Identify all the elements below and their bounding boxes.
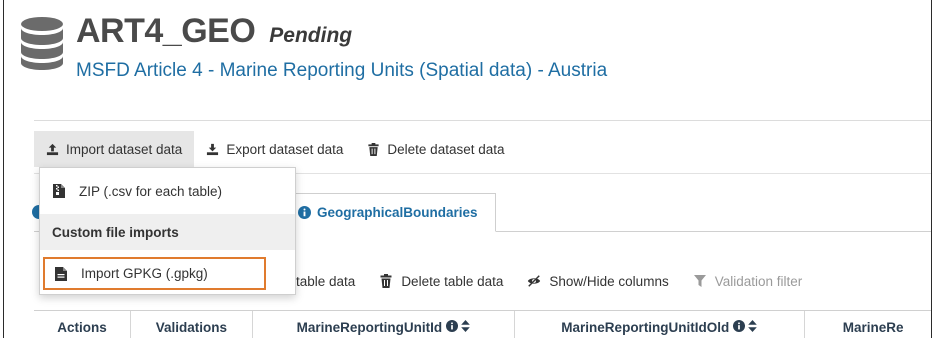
database-icon [21,17,63,70]
column-label: Actions [57,320,107,335]
status-label: Pending [269,24,353,47]
delete-dataset-label: Delete dataset data [387,141,505,157]
custom-imports-header: Custom file imports [40,214,295,250]
column-label: MarineRe [842,320,904,335]
import-dataset-button[interactable]: Import dataset data [34,131,195,167]
validation-filter-button[interactable]: Validation filter [693,273,803,289]
column-label: MarineReportingUnitIdOld [561,320,730,335]
import-dropdown-menu: ZIP (.csv for each table) Custom file im… [39,167,296,295]
export-dataset-label: Export dataset data [226,141,344,157]
column-header-marine-reporting-unit-id[interactable]: MarineReportingUnitId [253,311,515,338]
app-frame: ART4_GEO Pending MSFD Article 4 - Marine… [3,0,932,338]
tab-geographical-boundaries[interactable]: GeographicalBoundaries [284,193,496,232]
divider [34,120,931,121]
table-toolbar: table data Delete table data Show/Hide c… [296,269,802,293]
column-header-marine-re-partial[interactable]: MarineRe [805,311,931,338]
import-dataset-label: Import dataset data [66,141,183,157]
dataset-title: ART4_GEO [76,12,256,50]
import-zip-menu-item[interactable]: ZIP (.csv for each table) [40,176,295,206]
info-icon [733,320,746,332]
import-table-label: table data [296,273,356,289]
trash-icon [368,142,380,156]
trash-icon [380,274,392,288]
column-header-validations[interactable]: Validations [131,311,253,338]
file-icon [55,266,67,281]
delete-dataset-button[interactable]: Delete dataset data [355,131,516,167]
dataset-subtitle-link[interactable]: MSFD Article 4 - Marine Reporting Units … [76,60,607,82]
upload-icon [46,143,59,155]
validation-filter-label: Validation filter [714,273,803,289]
show-hide-columns-button[interactable]: Show/Hide columns [527,273,669,289]
sort-icon[interactable] [461,320,470,332]
zip-label: ZIP (.csv for each table) [79,183,223,199]
filter-icon [693,275,706,287]
import-table-button[interactable]: table data [296,274,355,289]
sort-icon[interactable] [748,320,758,332]
column-label: Validations [155,320,228,335]
column-label: MarineReportingUnitId [296,320,443,335]
delete-table-label: Delete table data [401,273,504,289]
eye-slash-icon [528,275,541,287]
gpkg-label: Import GPKG (.gpkg) [81,266,208,281]
column-header-actions[interactable]: Actions [34,311,131,338]
file-zip-icon [53,184,65,198]
info-icon [298,206,311,219]
export-dataset-button[interactable]: Export dataset data [194,131,355,167]
info-icon [446,320,459,332]
import-gpkg-menu-item[interactable]: Import GPKG (.gpkg) [43,257,266,290]
download-icon [207,143,219,155]
column-header-marine-reporting-unit-id-old[interactable]: MarineReportingUnitIdOld [515,311,805,338]
table-header-row: Actions Validations MarineReportingUnitI… [34,310,931,338]
show-hide-label: Show/Hide columns [549,273,669,289]
title-row: ART4_GEO Pending [76,12,352,51]
delete-table-button[interactable]: Delete table data [379,274,503,289]
dataset-toolbar: Import dataset data Export dataset data … [34,131,517,167]
tab-label: GeographicalBoundaries [317,205,478,220]
